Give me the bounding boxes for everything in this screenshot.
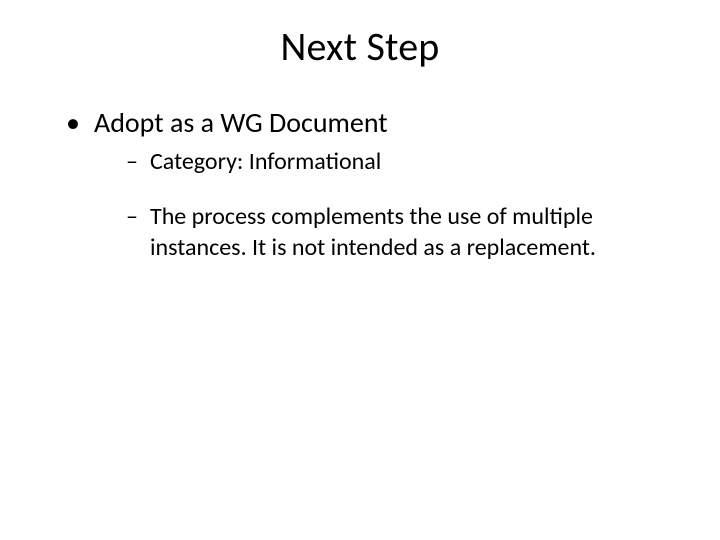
- bullet-list-level1: Adopt as a WG Document Category: Informa…: [40, 105, 680, 264]
- list-item: Adopt as a WG Document Category: Informa…: [66, 105, 680, 264]
- slide: Next Step Adopt as a WG Document Categor…: [0, 0, 720, 540]
- list-item: Category: Informational: [126, 147, 680, 178]
- list-item: The process complements the use of multi…: [126, 202, 680, 263]
- bullet-text: Category: Informational: [150, 147, 381, 176]
- slide-title: Next Step: [40, 22, 680, 71]
- bullet-text: The process complements the use of multi…: [150, 202, 596, 262]
- bullet-list-level2: Category: Informational The process comp…: [94, 147, 680, 263]
- bullet-text: Adopt as a WG Document: [94, 105, 388, 140]
